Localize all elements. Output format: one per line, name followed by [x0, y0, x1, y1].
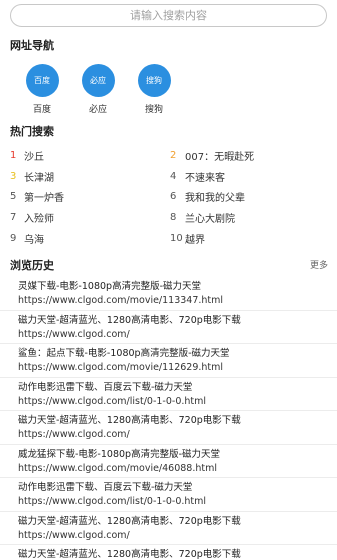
hot-search-text: 乌海 — [24, 235, 44, 247]
history-item[interactable]: 鲨鱼：起点下载-电影-1080p高清完整版-磁力天堂 https://www.c… — [0, 344, 337, 378]
hot-search-item[interactable]: 9 乌海 — [10, 231, 170, 246]
history-item-title: 灵媒下载-电影-1080p高清完整版-磁力天堂 — [18, 281, 201, 292]
hot-search-text: 007：无暇赴死 — [185, 151, 255, 163]
bing-icon-text: 必应 — [90, 76, 106, 85]
hot-rank: 6 — [170, 191, 177, 203]
nav-item-bing[interactable]: 必应 必应 — [81, 64, 115, 115]
history-item-url: https://www.clgod.com/ — [18, 328, 130, 340]
sogou-icon[interactable]: 搜狗 — [137, 64, 171, 97]
hot-rank: 1 — [10, 149, 17, 161]
hot-search-item[interactable]: 5 第一炉香 — [10, 189, 170, 204]
history-item-title: 动作电影迅雷下载、百度云下载-磁力天堂 — [18, 381, 193, 393]
hot-search-title: 热门搜索 — [10, 125, 54, 138]
history-item[interactable]: 动作电影迅雷下载、百度云下载-磁力天堂 https://www.clgod.co… — [0, 478, 337, 512]
hot-rank: 3 — [10, 170, 17, 182]
history-item-url: https://www.clgod.com/ — [18, 529, 130, 541]
hot-rank: 2 — [170, 149, 177, 161]
history-item-title: 磁力天堂-超清蓝光、1280高清电影、720p电影下载 — [18, 549, 241, 560]
history-item[interactable]: 灵媒下载-电影-1080p高清完整版-磁力天堂 https://www.clgo… — [0, 277, 337, 311]
hot-rank: 7 — [10, 212, 17, 224]
search-input[interactable] — [11, 9, 326, 22]
hot-search-item[interactable]: 7 入殓师 — [10, 210, 170, 225]
hot-search-text: 入殓师 — [24, 214, 54, 226]
history-more-link[interactable]: 更多 — [310, 258, 328, 271]
history-item-url: https://www.clgod.com/list/0-1-0-0.html — [18, 395, 207, 407]
nav-shortcuts: 百度 百度 必应 必应 搜狗 搜狗 — [25, 64, 171, 115]
history-list: 灵媒下载-电影-1080p高清完整版-磁力天堂 https://www.clgo… — [0, 277, 337, 560]
history-item-url: https://www.clgod.com/movie/112629.html — [18, 362, 224, 373]
nav-section-title: 网址导航 — [10, 39, 54, 52]
history-section-title: 浏览历史 — [10, 259, 54, 272]
history-item-title: 磁力天堂-超清蓝光、1280高清电影、720p电影下载 — [18, 314, 241, 326]
history-item-title: 威龙猛探下载-电影-1080p高清完整版-磁力天堂 — [18, 448, 220, 460]
hot-search-item[interactable]: 6 我和我的父辈 — [170, 189, 330, 204]
history-item-url: https://www.clgod.com/list/0-1-0-0.html — [18, 496, 207, 507]
hot-rank: 4 — [170, 170, 177, 182]
nav-item-sogou[interactable]: 搜狗 搜狗 — [137, 64, 171, 115]
hot-search-item[interactable]: 8 兰心大剧院 — [170, 210, 330, 225]
bing-icon[interactable]: 必应 — [81, 64, 115, 97]
hot-search-item[interactable]: 10 越界 — [170, 231, 330, 246]
hot-search-text: 长津湖 — [24, 172, 54, 184]
hot-search-item[interactable]: 2 007：无暇赴死 — [170, 148, 330, 163]
baidu-icon[interactable]: 百度 — [25, 64, 59, 97]
hot-rank: 8 — [170, 212, 177, 224]
history-item[interactable]: 动作电影迅雷下载、百度云下载-磁力天堂 https://www.clgod.co… — [0, 378, 337, 411]
sogou-icon-text: 搜狗 — [146, 76, 162, 85]
hot-search-item[interactable]: 4 不速来客 — [170, 169, 330, 184]
history-item[interactable]: 威龙猛探下载-电影-1080p高清完整版-磁力天堂 https://www.cl… — [0, 445, 337, 478]
hot-rank: 9 — [10, 233, 17, 245]
hot-search-text: 不速来客 — [185, 172, 225, 184]
nav-item-baidu[interactable]: 百度 百度 — [25, 64, 59, 115]
hot-rank: 10 — [170, 233, 183, 245]
search-bar[interactable] — [10, 4, 327, 27]
history-item-title: 鲨鱼：起点下载-电影-1080p高清完整版-磁力天堂 — [18, 348, 230, 359]
history-item-url: https://www.clgod.com/movie/113347.html — [18, 295, 224, 306]
hot-search-item[interactable]: 1 沙丘 — [10, 148, 170, 163]
history-item-url: https://www.clgod.com/movie/46088.html — [18, 462, 218, 474]
history-item-title: 磁力天堂-超清蓝光、1280高清电影、720p电影下载 — [18, 515, 241, 527]
nav-item-label: 百度 — [32, 105, 51, 115]
hot-search-item[interactable]: 3 长津湖 — [10, 169, 170, 184]
baidu-icon-text: 百度 — [34, 76, 50, 85]
history-item-title: 动作电影迅雷下载、百度云下载-磁力天堂 — [18, 482, 193, 493]
hot-search-list: 1 沙丘 2 007：无暇赴死 3 长津湖 4 不速来客 5 第一炉香 6 我和我的父辈 7… — [10, 145, 330, 249]
history-item[interactable]: 磁力天堂-超清蓝光、1280高清电影、720p电影下载 — [0, 545, 337, 560]
hot-rank: 5 — [10, 191, 17, 203]
history-item[interactable]: 磁力天堂-超清蓝光、1280高清电影、720p电影下载 https://www.… — [0, 512, 337, 545]
history-item[interactable]: 磁力天堂-超清蓝光、1280高清电影、720p电影下载 https://www.… — [0, 411, 337, 445]
history-item-url: https://www.clgod.com/ — [18, 429, 130, 440]
history-item[interactable]: 磁力天堂-超清蓝光、1280高清电影、720p电影下载 https://www.… — [0, 311, 337, 344]
hot-search-text: 兰心大剧院 — [185, 214, 235, 226]
history-item-title: 磁力天堂-超清蓝光、1280高清电影、720p电影下载 — [18, 415, 241, 426]
hot-search-text: 沙丘 — [24, 151, 44, 163]
hot-search-text: 我和我的父辈 — [185, 193, 245, 205]
nav-item-label: 必应 — [88, 105, 107, 115]
hot-search-text: 第一炉香 — [24, 193, 64, 205]
nav-item-label: 搜狗 — [144, 105, 163, 115]
hot-search-text: 越界 — [185, 235, 205, 247]
